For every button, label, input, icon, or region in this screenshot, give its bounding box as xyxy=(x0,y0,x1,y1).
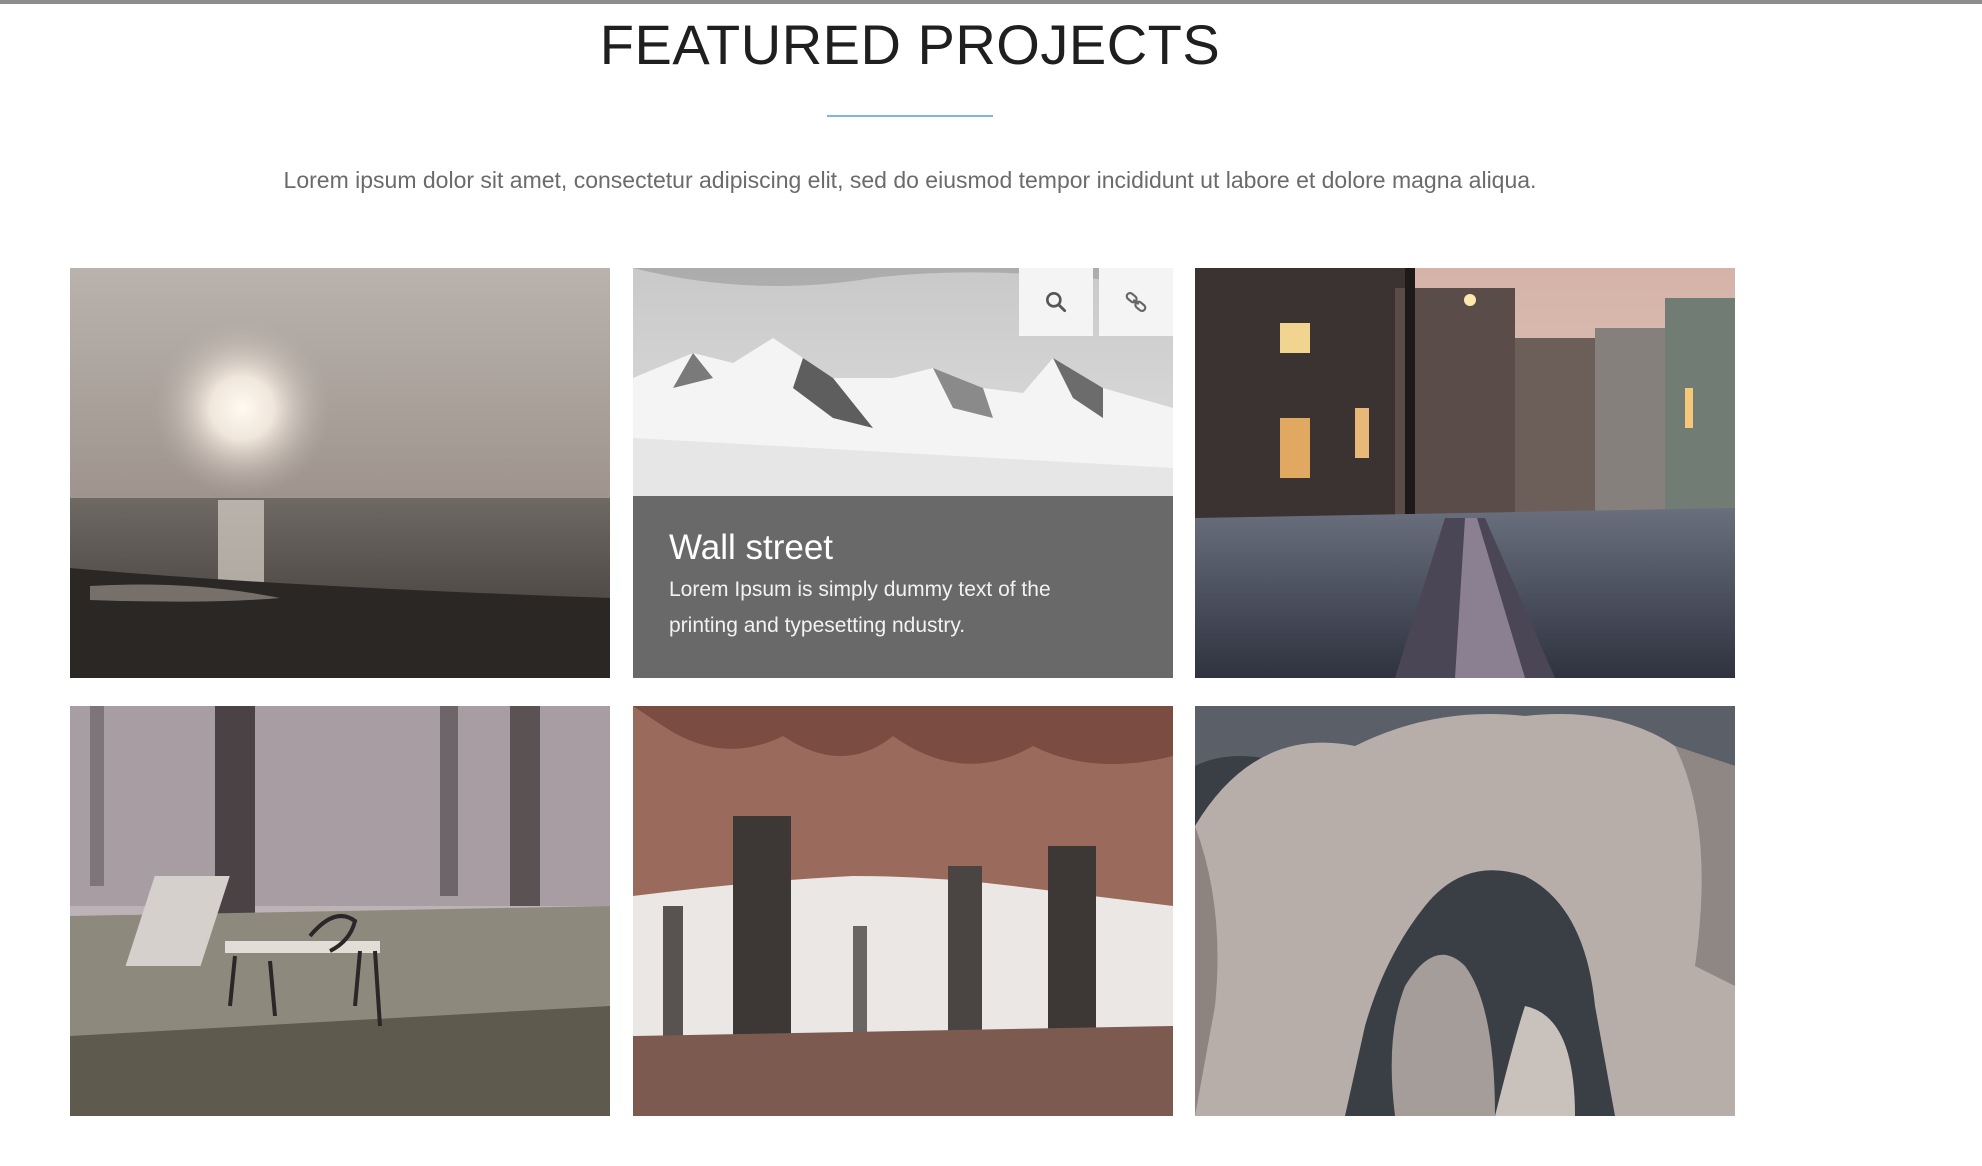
tile-actions xyxy=(1019,268,1173,336)
title-divider xyxy=(827,115,993,117)
project-tile-6[interactable] xyxy=(1195,706,1735,1116)
park-bench-in-fog-photo xyxy=(70,706,610,1116)
project-tile-1[interactable] xyxy=(70,268,610,678)
search-icon xyxy=(1046,292,1067,313)
project-tile-2[interactable]: Wall street Lorem Ipsum is simply dummy … xyxy=(633,268,1173,678)
project-tile-5[interactable] xyxy=(633,706,1173,1116)
project-description: Lorem Ipsum is simply dummy text of the … xyxy=(669,578,1051,637)
link-icon xyxy=(1125,291,1147,313)
project-tile-4[interactable] xyxy=(70,706,610,1116)
link-button[interactable] xyxy=(1099,268,1173,336)
section-lead: Lorem ipsum dolor sit amet, consectetur … xyxy=(283,167,1537,193)
project-title: Wall street xyxy=(669,528,834,567)
zoom-button[interactable] xyxy=(1019,268,1093,336)
project-caption: Wall street Lorem Ipsum is simply dummy … xyxy=(633,496,1173,678)
rock-arch-photo xyxy=(1195,706,1735,1116)
autumn-trees-photo xyxy=(633,706,1173,1116)
sunset-over-sea-photo xyxy=(70,268,610,678)
section-title: FEATURED PROJECTS xyxy=(599,13,1221,76)
cobblestone-street-at-dusk-photo xyxy=(1195,268,1735,678)
top-rule xyxy=(0,0,1982,4)
project-tile-3[interactable] xyxy=(1195,268,1735,678)
